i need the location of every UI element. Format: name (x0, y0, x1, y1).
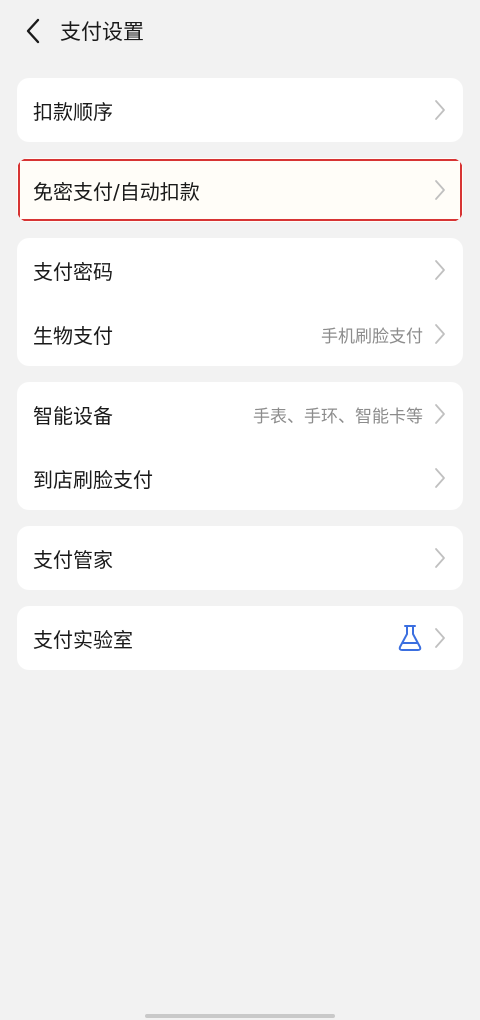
item-value: 手表、手环、智能卡等 (253, 406, 423, 427)
settings-item-pay-lab[interactable]: 支付实验室 (17, 606, 463, 670)
item-label: 生物支付 (33, 323, 113, 348)
item-label: 扣款顺序 (33, 99, 113, 124)
settings-item-biometric-pay[interactable]: 生物支付 手机刷脸支付 (17, 302, 463, 366)
item-label: 免密支付/自动扣款 (33, 179, 200, 204)
card-pay-manager: 支付管家 (17, 526, 463, 590)
settings-item-in-store-face-pay[interactable]: 到店刷脸支付 (17, 446, 463, 510)
card-deduction-order: 扣款顺序 (17, 78, 463, 142)
card-devices: 智能设备 手表、手环、智能卡等 到店刷脸支付 (17, 382, 463, 510)
item-label: 支付密码 (33, 259, 113, 284)
chevron-right-icon (433, 467, 447, 489)
chevron-right-icon (433, 179, 447, 201)
item-label: 支付管家 (33, 547, 113, 572)
chevron-right-icon (433, 323, 447, 345)
settings-item-password-free-pay[interactable]: 免密支付/自动扣款 (17, 158, 463, 222)
settings-item-payment-password[interactable]: 支付密码 (17, 238, 463, 302)
card-security: 支付密码 生物支付 手机刷脸支付 (17, 238, 463, 366)
item-label: 到店刷脸支付 (33, 467, 153, 492)
chevron-right-icon (433, 99, 447, 121)
back-arrow-icon[interactable] (18, 16, 48, 46)
item-value: 手机刷脸支付 (321, 326, 423, 347)
settings-item-pay-manager[interactable]: 支付管家 (17, 526, 463, 590)
home-indicator[interactable] (145, 1014, 335, 1018)
page-title: 支付设置 (60, 20, 144, 44)
settings-item-deduction-order[interactable]: 扣款顺序 (17, 78, 463, 142)
settings-item-smart-devices[interactable]: 智能设备 手表、手环、智能卡等 (17, 382, 463, 446)
card-pay-lab: 支付实验室 (17, 606, 463, 670)
chevron-right-icon (433, 627, 447, 649)
item-label: 智能设备 (33, 403, 113, 428)
flask-icon (397, 624, 423, 652)
item-label: 支付实验室 (33, 627, 133, 652)
chevron-right-icon (433, 259, 447, 281)
top-bar: 支付设置 (0, 0, 480, 62)
card-password-free-pay: 免密支付/自动扣款 (17, 158, 463, 222)
chevron-right-icon (433, 547, 447, 569)
chevron-right-icon (433, 403, 447, 425)
